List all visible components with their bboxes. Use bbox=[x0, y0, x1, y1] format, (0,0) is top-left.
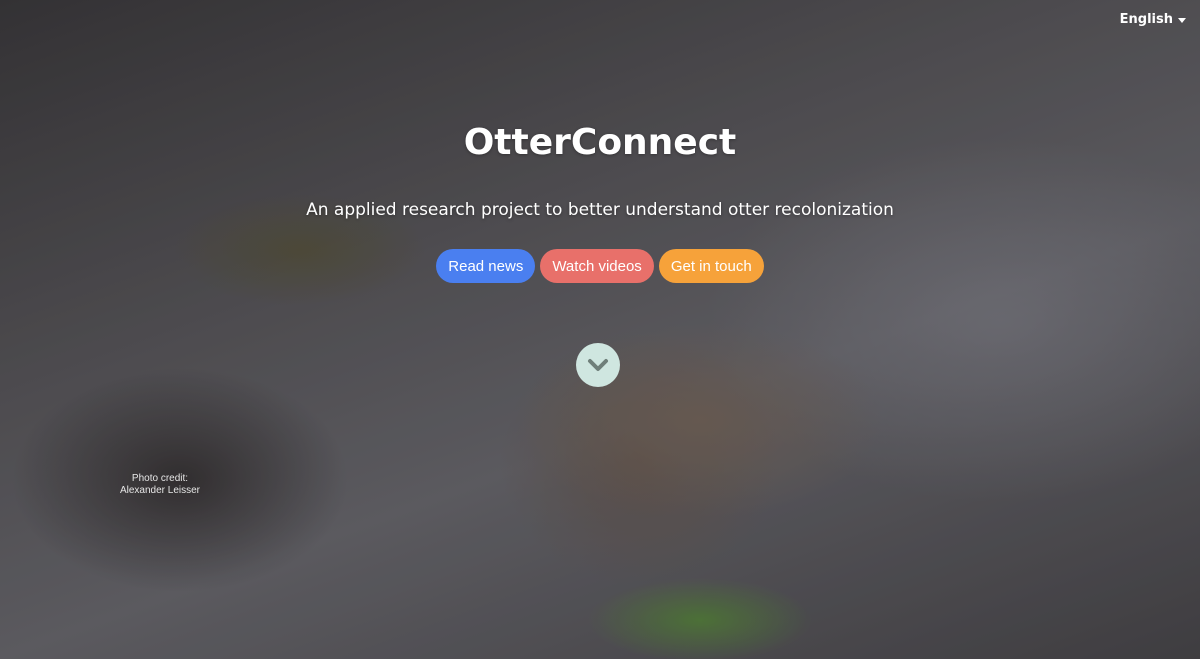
chevron-down-icon bbox=[588, 359, 608, 371]
scroll-down-button[interactable] bbox=[576, 343, 620, 387]
hero-section: English OtterConnect An applied research… bbox=[0, 0, 1200, 659]
page-title: OtterConnect bbox=[463, 122, 737, 163]
get-in-touch-button[interactable]: Get in touch bbox=[658, 249, 764, 283]
photo-credit-author: Alexander Leisser bbox=[119, 485, 201, 496]
language-label: English bbox=[1119, 12, 1173, 27]
page-subtitle: An applied research project to better un… bbox=[306, 200, 894, 220]
watch-videos-button[interactable]: Watch videos bbox=[540, 249, 654, 283]
photo-credit: Photo credit: Alexander Leisser bbox=[100, 473, 220, 497]
hero-buttons: Read news Watch videos Get in touch bbox=[0, 249, 1200, 283]
photo-credit-label: Photo credit: bbox=[131, 473, 189, 484]
read-news-button[interactable]: Read news bbox=[436, 249, 536, 283]
caret-down-icon bbox=[1178, 18, 1186, 23]
hero-background-photo bbox=[0, 0, 1200, 659]
language-selector[interactable]: English bbox=[1120, 12, 1186, 27]
